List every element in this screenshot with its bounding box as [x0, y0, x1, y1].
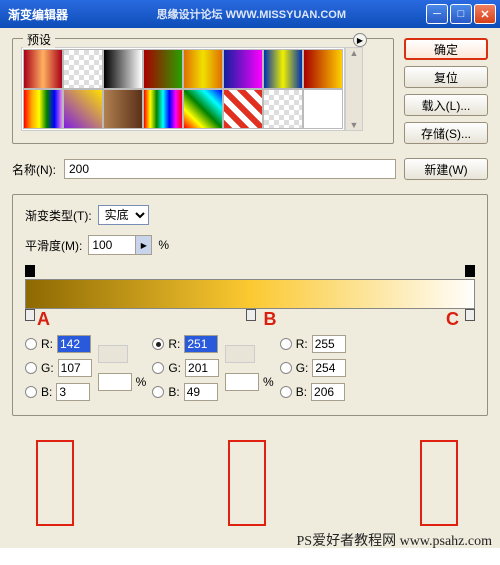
- opacity-stop-left[interactable]: [25, 265, 35, 277]
- radio-b-c[interactable]: [280, 386, 292, 398]
- scroll-up-icon[interactable]: ▲: [350, 48, 359, 58]
- name-label: 名称(N):: [12, 161, 56, 178]
- window-title: 渐变编辑器: [4, 6, 157, 23]
- load-button[interactable]: 载入(L)...: [404, 94, 488, 116]
- maximize-button[interactable]: □: [450, 4, 472, 24]
- highlight-box-b: [228, 440, 266, 526]
- close-button[interactable]: ✕: [474, 4, 496, 24]
- smoothness-input[interactable]: [89, 236, 135, 254]
- highlight-box-c: [420, 440, 458, 526]
- spinner-arrow-icon[interactable]: ▶: [135, 236, 151, 254]
- radio-g-c[interactable]: [280, 362, 292, 374]
- radio-r-b[interactable]: [152, 338, 164, 350]
- presets-menu-button[interactable]: ▶: [353, 33, 367, 47]
- reset-button[interactable]: 复位: [404, 66, 488, 88]
- r-a-input[interactable]: [57, 335, 91, 353]
- smoothness-spinner[interactable]: ▶: [88, 235, 152, 255]
- preset-swatch[interactable]: [183, 89, 223, 129]
- new-button[interactable]: 新建(W): [404, 158, 488, 180]
- rgb-col-c: R: G: B:: [280, 335, 347, 401]
- radio-b-b[interactable]: [152, 386, 164, 398]
- preset-swatch[interactable]: [23, 89, 63, 129]
- preset-swatch[interactable]: [223, 89, 263, 129]
- preset-swatch[interactable]: [263, 49, 303, 89]
- g-b-input[interactable]: [185, 359, 219, 377]
- annotation-b: B: [264, 309, 277, 330]
- preset-swatch[interactable]: [303, 49, 343, 89]
- rgb-panel: R: G: B: % R: G: B: % R: G: B:: [25, 335, 475, 401]
- preset-swatch[interactable]: [63, 49, 103, 89]
- annotation-a: A: [37, 309, 50, 330]
- gradient-track: A B C: [25, 265, 475, 325]
- g-c-input[interactable]: [312, 359, 346, 377]
- r-b-input[interactable]: [184, 335, 218, 353]
- smoothness-unit: %: [158, 238, 169, 252]
- radio-b-a[interactable]: [25, 386, 37, 398]
- color-stop-c[interactable]: [465, 309, 475, 321]
- gradient-bar[interactable]: [25, 279, 475, 309]
- content-area: 预设 ▶ ▲ ▼ 确定 复位 载入(L)... 存储(S)... 名称(N): …: [0, 28, 500, 548]
- preset-swatch[interactable]: [303, 89, 343, 129]
- ok-button[interactable]: 确定: [404, 38, 488, 60]
- rgb-col-a: R: G: B:: [25, 335, 92, 401]
- b-a-input[interactable]: [56, 383, 90, 401]
- mid-pct-1[interactable]: [98, 373, 132, 391]
- smoothness-label: 平滑度(M):: [25, 237, 82, 254]
- annotation-c: C: [446, 309, 459, 330]
- window-buttons: ─ □ ✕: [426, 4, 496, 24]
- preset-swatch[interactable]: [23, 49, 63, 89]
- button-column: 确定 复位 载入(L)... 存储(S)...: [404, 38, 488, 144]
- presets-scrollbar[interactable]: ▲ ▼: [345, 47, 363, 131]
- preset-swatch[interactable]: [103, 89, 143, 129]
- r-c-input[interactable]: [312, 335, 346, 353]
- preset-swatch[interactable]: [263, 89, 303, 129]
- presets-group: 预设 ▶ ▲ ▼: [12, 38, 394, 144]
- gradient-type-select[interactable]: 实底: [98, 205, 149, 225]
- save-button[interactable]: 存储(S)...: [404, 122, 488, 144]
- gradient-group: 渐变类型(T): 实底 平滑度(M): ▶ % A B C: [12, 194, 488, 416]
- opacity-stop-right[interactable]: [465, 265, 475, 277]
- name-input[interactable]: [64, 159, 396, 179]
- preset-swatch[interactable]: [223, 49, 263, 89]
- radio-r-c[interactable]: [280, 338, 292, 350]
- preset-thumbnails: [21, 47, 345, 131]
- color-stop-a[interactable]: [25, 309, 35, 321]
- presets-label: 预设: [23, 31, 55, 48]
- footer-watermark: PS爱好者教程网 www.psahz.com: [297, 530, 492, 550]
- mid-slider-2[interactable]: [225, 345, 255, 363]
- titlebar-watermark: 思缘设计论坛 WWW.MISSYUAN.COM: [157, 6, 346, 22]
- gradient-type-label: 渐变类型(T):: [25, 207, 92, 224]
- mid-slider-1[interactable]: [98, 345, 128, 363]
- radio-r-a[interactable]: [25, 338, 37, 350]
- preset-swatch[interactable]: [143, 89, 183, 129]
- radio-g-b[interactable]: [152, 362, 164, 374]
- mid-col-1: %: [98, 335, 147, 401]
- minimize-button[interactable]: ─: [426, 4, 448, 24]
- b-c-input[interactable]: [311, 383, 345, 401]
- b-b-input[interactable]: [184, 383, 218, 401]
- color-stop-b[interactable]: [246, 309, 256, 321]
- preset-swatch[interactable]: [183, 49, 223, 89]
- mid-pct-2[interactable]: [225, 373, 259, 391]
- radio-g-a[interactable]: [25, 362, 37, 374]
- preset-swatch[interactable]: [103, 49, 143, 89]
- name-row: 名称(N): 新建(W): [12, 158, 488, 180]
- preset-swatch[interactable]: [143, 49, 183, 89]
- scroll-down-icon[interactable]: ▼: [350, 120, 359, 130]
- preset-swatch[interactable]: [63, 89, 103, 129]
- titlebar: 渐变编辑器 思缘设计论坛 WWW.MISSYUAN.COM ─ □ ✕: [0, 0, 500, 28]
- highlight-box-a: [36, 440, 74, 526]
- rgb-col-b: R: G: B:: [152, 335, 219, 401]
- mid-col-2: %: [225, 335, 274, 401]
- g-a-input[interactable]: [58, 359, 92, 377]
